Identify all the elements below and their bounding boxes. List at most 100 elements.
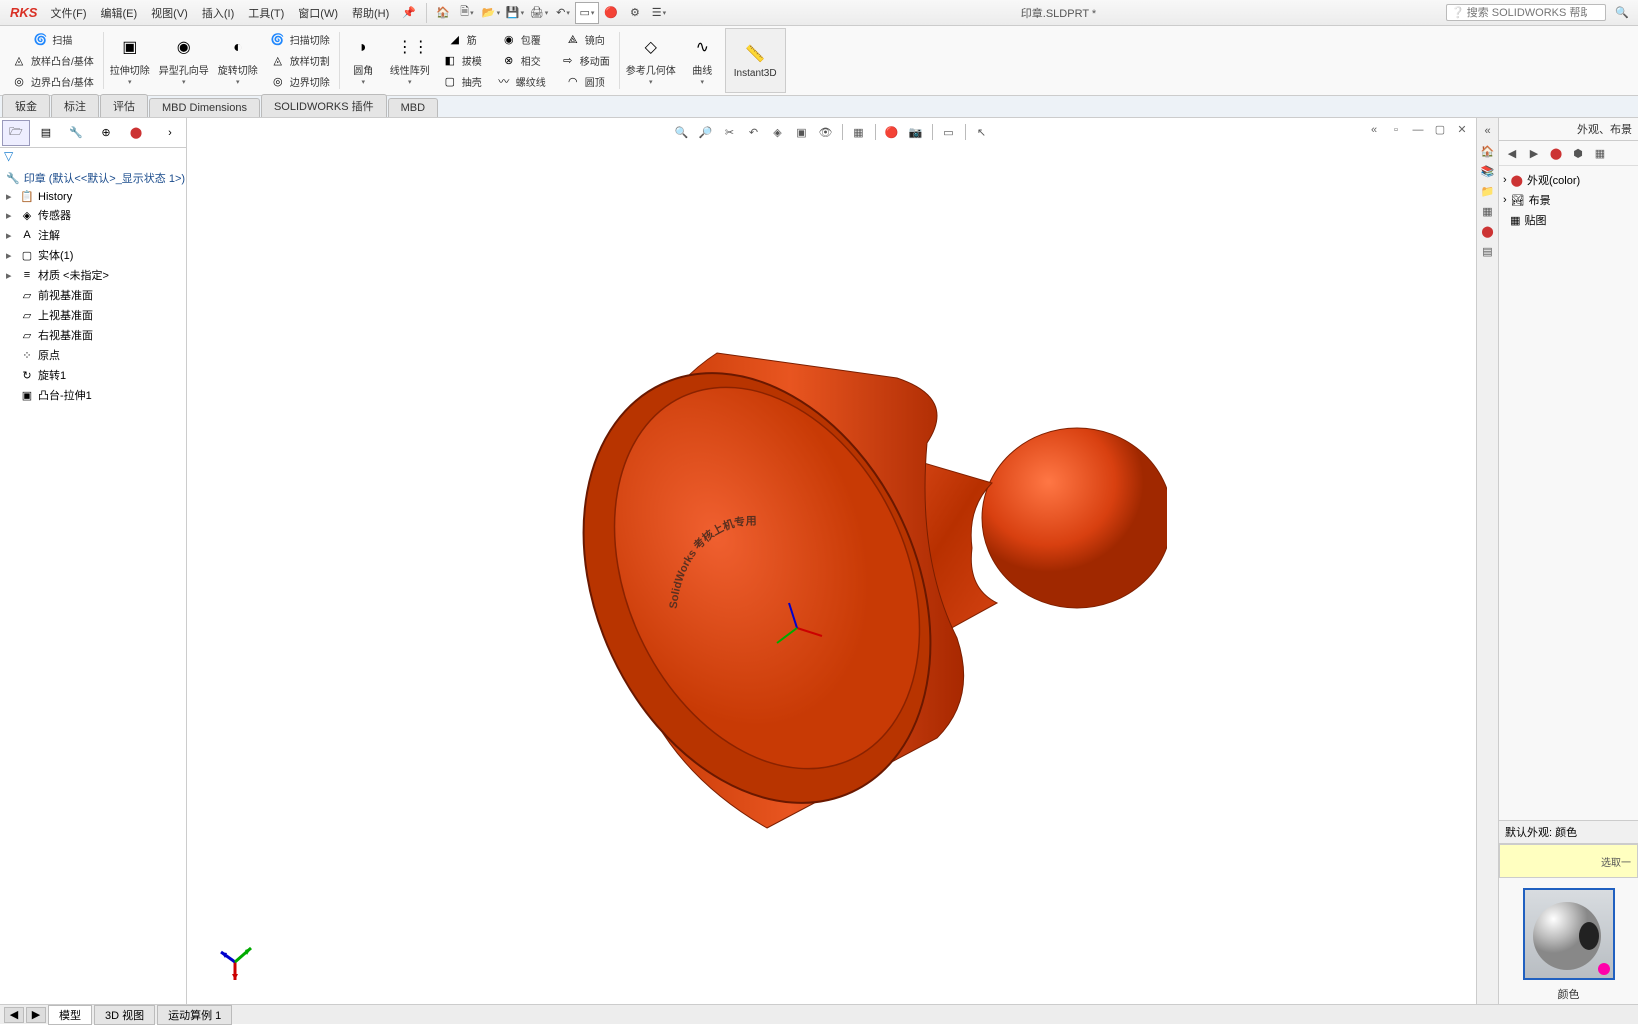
rebuild-button[interactable]: 🔴 [599, 2, 623, 24]
btn-sweep[interactable]: 🌀扫描 [29, 30, 74, 50]
tp-appearance-icon[interactable]: ⬤ [1479, 222, 1497, 240]
tree-node[interactable]: ▸📋History [2, 188, 184, 205]
undo-button[interactable]: ↶ [551, 2, 575, 24]
new-button[interactable]: 🗎 [455, 2, 479, 24]
fm-filter[interactable]: ▽ [0, 148, 186, 164]
expander-icon[interactable]: ▸ [6, 229, 16, 242]
expander-icon[interactable]: ▸ [6, 249, 16, 262]
tree-node[interactable]: ▱上视基准面 [2, 305, 184, 325]
bottom-tab-model[interactable]: 模型 [48, 1005, 92, 1025]
nav-box-icon[interactable]: ▦ [1591, 144, 1609, 162]
fm-tab-more[interactable]: › [156, 120, 184, 146]
zoom-window-icon[interactable]: 🔎 [696, 122, 716, 142]
tab-addins[interactable]: SOLIDWORKS 插件 [261, 94, 387, 117]
prev-view-icon[interactable]: ↶ [744, 122, 764, 142]
cursor-icon[interactable]: ↖ [972, 122, 992, 142]
scene-icon[interactable]: ▦ [849, 122, 869, 142]
pin-icon[interactable]: 📌 [396, 6, 422, 19]
save-button[interactable]: 💾 [503, 2, 527, 24]
tree-root[interactable]: 🔧 印章 (默认<<默认>_显示状态 1>) [2, 168, 184, 188]
btn-mirror[interactable]: ⟁镜向 [562, 30, 607, 50]
btn-sweep-cut[interactable]: 🌀扫描切除 [267, 30, 332, 50]
fm-tab-config[interactable]: 🔧 [62, 120, 90, 146]
btn-instant3d[interactable]: 📏 Instant3D [725, 28, 786, 93]
nav-nut-icon[interactable]: ⬢ [1569, 144, 1587, 162]
tp-fileexp-icon[interactable]: 📁 [1479, 182, 1497, 200]
menu-tools[interactable]: 工具(T) [241, 2, 291, 24]
btn-move-face[interactable]: ⇨移动面 [557, 51, 612, 71]
fm-tab-tree[interactable]: 🗁 [2, 120, 30, 146]
btn-thread[interactable]: 〰螺纹线 [493, 72, 548, 92]
btn-pattern[interactable]: ⋮⋮ 线性阵列 ▾ [386, 28, 435, 93]
tree-node[interactable]: ▸◈传感器 [2, 205, 184, 225]
tree-node[interactable]: ▱前视基准面 [2, 285, 184, 305]
expander-icon[interactable]: ▸ [6, 209, 16, 222]
rp-node-appearance[interactable]: ›⬤外观(color) [1503, 170, 1634, 190]
search-go[interactable]: 🔍 [1610, 2, 1634, 24]
expander-icon[interactable]: ▸ [6, 190, 16, 203]
btn-shell[interactable]: ▢抽壳 [439, 72, 484, 92]
tree-node[interactable]: ▸A注解 [2, 225, 184, 245]
tp-home-icon[interactable]: « [1479, 122, 1497, 140]
search-input[interactable] [1467, 7, 1587, 19]
nav-back-icon[interactable]: ◀ [1503, 144, 1521, 162]
tree-node[interactable]: ▱右视基准面 [2, 325, 184, 345]
appearance-icon[interactable]: 🔴 [882, 122, 902, 142]
scroll-left[interactable]: ◀ [4, 1007, 24, 1023]
home-button[interactable]: 🏠 [431, 2, 455, 24]
fm-tab-appearance[interactable]: ⬤ [122, 120, 150, 146]
search-box[interactable]: ❔ [1446, 4, 1606, 21]
btn-draft[interactable]: ◧拔模 [439, 51, 484, 71]
tab-sheetmetal[interactable]: 钣金 [2, 94, 50, 117]
fm-tab-display[interactable]: ⊕ [92, 120, 120, 146]
restore-icon[interactable]: ▫ [1388, 122, 1404, 138]
btn-loft[interactable]: ◬放样凸台/基体 [8, 51, 96, 71]
render-icon[interactable]: 📷 [906, 122, 926, 142]
tree-node[interactable]: ⁘原点 [2, 345, 184, 365]
tab-mbd-dims[interactable]: MBD Dimensions [149, 98, 260, 117]
tp-custom-icon[interactable]: ▤ [1479, 242, 1497, 260]
fm-tab-property[interactable]: ▤ [32, 120, 60, 146]
tree-node[interactable]: ▸≡材质 <未指定> [2, 265, 184, 285]
tp-viewpal-icon[interactable]: ▦ [1479, 202, 1497, 220]
nav-sphere-icon[interactable]: ⬤ [1547, 144, 1565, 162]
btn-boundary-cut[interactable]: ◎边界切除 [267, 72, 332, 92]
tree-node[interactable]: ▣凸台-拉伸1 [2, 385, 184, 405]
zoom-fit-icon[interactable]: 🔍 [672, 122, 692, 142]
view-orient-icon[interactable]: ◈ [768, 122, 788, 142]
btn-ref-geom[interactable]: ◇ 参考几何体 ▾ [622, 28, 681, 93]
print-button[interactable]: 🖨 [527, 2, 551, 24]
section-view-icon[interactable]: ✂ [720, 122, 740, 142]
expander-icon[interactable]: ▸ [6, 269, 16, 282]
bottom-tab-motion[interactable]: 运动算例 1 [157, 1005, 232, 1025]
btn-revolve-cut[interactable]: ◐ 旋转切除 ▾ [214, 28, 263, 93]
maximize-icon[interactable]: ▢ [1432, 122, 1448, 138]
btn-curves[interactable]: ∿ 曲线 ▾ [681, 28, 725, 93]
viewport-icon[interactable]: ▭ [939, 122, 959, 142]
minimize-icon[interactable]: — [1410, 122, 1426, 138]
rp-node-scene[interactable]: ›🏞布景 [1503, 190, 1634, 210]
btn-loft-cut[interactable]: ◬放样切割 [267, 51, 332, 71]
menu-insert[interactable]: 插入(I) [195, 2, 241, 24]
bottom-tab-3dview[interactable]: 3D 视图 [94, 1005, 155, 1025]
menu-file[interactable]: 文件(F) [43, 2, 93, 24]
menu-window[interactable]: 窗口(W) [291, 2, 345, 24]
btn-fillet[interactable]: ◗ 圆角 ▾ [342, 28, 386, 93]
scroll-right[interactable]: ▶ [26, 1007, 46, 1023]
hide-show-icon[interactable]: 👁 [816, 122, 836, 142]
menu-help[interactable]: 帮助(H) [345, 2, 396, 24]
tab-evaluate[interactable]: 评估 [100, 94, 148, 117]
btn-boundary[interactable]: ◎边界凸台/基体 [8, 72, 96, 92]
btn-hole-wizard[interactable]: ◉ 异型孔向导 ▾ [155, 28, 214, 93]
btn-extrude-cut[interactable]: ▣ 拉伸切除 ▾ [106, 28, 155, 93]
select-button[interactable]: ▭ [575, 2, 599, 24]
btn-wrap[interactable]: ◉包覆 [498, 30, 543, 50]
nav-fwd-icon[interactable]: ▶ [1525, 144, 1543, 162]
rp-thumbnail[interactable] [1523, 888, 1615, 980]
menu-edit[interactable]: 编辑(E) [94, 2, 145, 24]
btn-rib[interactable]: ◢筋 [444, 30, 479, 50]
menu-view[interactable]: 视图(V) [144, 2, 195, 24]
tp-designlib-icon[interactable]: 📚 [1479, 162, 1497, 180]
viewport[interactable]: 🔍 🔎 ✂ ↶ ◈ ▣ 👁 ▦ 🔴 📷 ▭ ↖ « ▫ — ▢ ✕ [187, 118, 1476, 1004]
tab-markup[interactable]: 标注 [51, 94, 99, 117]
